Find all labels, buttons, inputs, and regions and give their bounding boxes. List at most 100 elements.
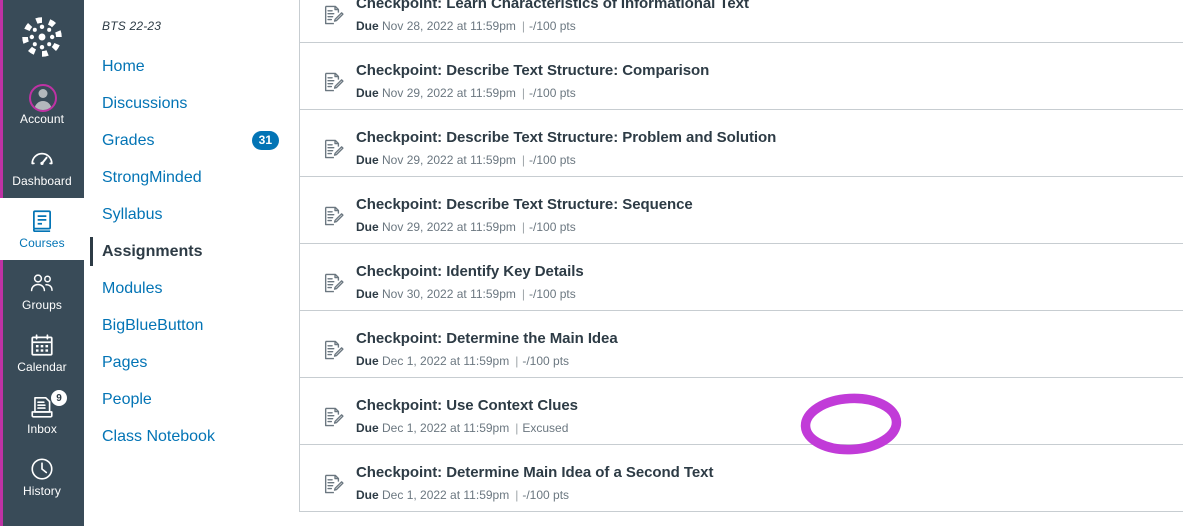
canvas-logo-icon[interactable] xyxy=(0,0,84,74)
assignment-row[interactable]: Checkpoint: Determine the Main Idea Due D… xyxy=(300,311,1183,378)
cnav-item-class-notebook[interactable]: Class Notebook xyxy=(84,418,294,455)
assignment-row-body: Checkpoint: Describe Text Structure: Seq… xyxy=(356,190,693,235)
due-date: Nov 29, 2022 at 11:59pm xyxy=(382,153,516,167)
cnav-item-home[interactable]: Home xyxy=(84,48,294,85)
due-label: Due xyxy=(356,421,379,435)
assignment-meta: Due Nov 30, 2022 at 11:59pm | -/100 pts xyxy=(356,286,584,302)
cnav-item-strongminded[interactable]: StrongMinded xyxy=(84,159,294,196)
canvas-assignments-page: Account Dashboard Courses Groups Calenda… xyxy=(0,0,1183,526)
breadcrumb[interactable]: BTS 22-23 xyxy=(84,0,294,34)
cnav-link-label[interactable]: Home xyxy=(96,57,151,77)
assignments-content: Checkpoint: Learn Characteristics of Inf… xyxy=(294,0,1183,526)
assignment-title-link[interactable]: Checkpoint: Determine Main Idea of a Sec… xyxy=(356,463,713,483)
cnav-item-modules[interactable]: Modules xyxy=(84,270,294,307)
inbox-unread-badge: 9 xyxy=(51,390,67,406)
assignment-icon xyxy=(322,4,344,26)
assignment-title-link[interactable]: Checkpoint: Use Context Clues xyxy=(356,396,578,416)
cnav-link-label[interactable]: Syllabus xyxy=(96,205,168,225)
due-date: Dec 1, 2022 at 11:59pm xyxy=(382,354,510,368)
gnav-item-history[interactable]: History xyxy=(0,446,84,508)
assignment-meta: Due Dec 1, 2022 at 11:59pm | -/100 pts xyxy=(356,353,618,369)
dashboard-icon xyxy=(29,146,55,172)
meta-separator: | xyxy=(515,421,519,435)
assignment-icon xyxy=(322,205,344,227)
assignment-row-body: Checkpoint: Identify Key Details Due Nov … xyxy=(356,257,584,302)
assignment-row[interactable]: Checkpoint: Identify Key Details Due Nov … xyxy=(300,244,1183,311)
cnav-item-bigbluebutton[interactable]: BigBlueButton xyxy=(84,307,294,344)
clock-icon xyxy=(29,456,55,482)
cnav-item-grades[interactable]: Grades 31 xyxy=(84,122,294,159)
assignment-points: -/100 pts xyxy=(529,287,576,301)
due-date: Nov 29, 2022 at 11:59pm xyxy=(382,220,516,234)
assignment-points: -/100 pts xyxy=(522,354,570,368)
assignment-meta: Due Nov 29, 2022 at 11:59pm | -/100 pts xyxy=(356,219,693,235)
cnav-item-syllabus[interactable]: Syllabus xyxy=(84,196,294,233)
assignment-meta: Due Dec 1, 2022 at 11:59pm | -/100 pts xyxy=(356,487,713,503)
gnav-label-history: History xyxy=(22,484,62,498)
cnav-item-assignments[interactable]: Assignments xyxy=(84,233,294,270)
cnav-link-label[interactable]: Assignments xyxy=(96,242,208,262)
assignment-row[interactable]: Checkpoint: Describe Text Structure: Pro… xyxy=(300,110,1183,177)
assignment-row[interactable]: Checkpoint: Determine Main Idea of a Sec… xyxy=(300,445,1183,512)
assignment-row[interactable]: Checkpoint: Learn Characteristics of Inf… xyxy=(300,0,1183,43)
cnav-item-pages[interactable]: Pages xyxy=(84,344,294,381)
assignment-title-link[interactable]: Checkpoint: Learn Characteristics of Inf… xyxy=(356,0,749,14)
assignment-icon xyxy=(322,473,344,495)
course-navigation: BTS 22-23 Home Discussions Grades 31 StrongM… xyxy=(84,0,294,526)
gnav-item-inbox[interactable]: 9 Inbox xyxy=(0,384,84,446)
gnav-item-dashboard[interactable]: Dashboard xyxy=(0,136,84,198)
due-label: Due xyxy=(356,19,379,33)
assignment-title-link[interactable]: Checkpoint: Determine the Main Idea xyxy=(356,329,618,349)
gnav-label-inbox: Inbox xyxy=(27,422,57,436)
meta-separator: | xyxy=(515,488,519,502)
due-date: Nov 30, 2022 at 11:59pm xyxy=(382,287,516,301)
due-label: Due xyxy=(356,220,379,234)
cnav-link-label[interactable]: People xyxy=(96,390,158,410)
meta-separator: | xyxy=(521,19,526,33)
cnav-link-label[interactable]: Pages xyxy=(96,353,153,373)
cnav-link-label[interactable]: Grades xyxy=(96,131,160,151)
meta-separator: | xyxy=(521,220,526,234)
cnav-link-label[interactable]: Class Notebook xyxy=(96,427,221,447)
gnav-item-account[interactable]: Account xyxy=(0,74,84,136)
book-icon xyxy=(29,208,55,234)
cnav-link-label[interactable]: StrongMinded xyxy=(96,168,208,188)
gnav-item-calendar[interactable]: Calendar xyxy=(0,322,84,384)
gnav-label-dashboard: Dashboard xyxy=(12,174,72,188)
assignment-icon xyxy=(322,406,344,428)
due-date: Nov 29, 2022 at 11:59pm xyxy=(382,86,516,100)
assignment-row-body: Checkpoint: Use Context Clues Due Dec 1, … xyxy=(356,391,578,436)
assignment-icon xyxy=(322,272,344,294)
due-date: Dec 1, 2022 at 11:59pm xyxy=(382,488,510,502)
meta-separator: | xyxy=(521,287,526,301)
due-label: Due xyxy=(356,354,379,368)
cnav-item-people[interactable]: People xyxy=(84,381,294,418)
assignment-title-link[interactable]: Checkpoint: Describe Text Structure: Com… xyxy=(356,61,709,81)
gnav-label-calendar: Calendar xyxy=(17,360,67,374)
assignment-points: -/100 pts xyxy=(529,19,576,33)
gnav-item-courses[interactable]: Courses xyxy=(0,198,84,260)
due-label: Due xyxy=(356,86,379,100)
groups-icon xyxy=(29,270,55,296)
assignment-points: -/100 pts xyxy=(522,488,570,502)
cnav-item-discussions[interactable]: Discussions xyxy=(84,85,294,122)
assignment-title-link[interactable]: Checkpoint: Identify Key Details xyxy=(356,262,584,282)
cnav-link-label[interactable]: BigBlueButton xyxy=(96,316,209,336)
assignment-row[interactable]: Checkpoint: Use Context Clues Due Dec 1, … xyxy=(300,378,1183,445)
assignment-icon xyxy=(322,138,344,160)
assignment-meta: Due Nov 29, 2022 at 11:59pm | -/100 pts xyxy=(356,152,776,168)
assignment-list: Checkpoint: Learn Characteristics of Inf… xyxy=(299,0,1183,512)
gnav-item-groups[interactable]: Groups xyxy=(0,260,84,322)
assignment-row[interactable]: Checkpoint: Describe Text Structure: Seq… xyxy=(300,177,1183,244)
due-label: Due xyxy=(356,287,379,301)
assignment-row[interactable]: Checkpoint: Describe Text Structure: Com… xyxy=(300,43,1183,110)
cnav-link-label[interactable]: Discussions xyxy=(96,94,193,114)
course-nav-list: Home Discussions Grades 31 StrongMinded Sylla… xyxy=(84,48,294,455)
cnav-link-label[interactable]: Modules xyxy=(96,279,168,299)
assignment-title-link[interactable]: Checkpoint: Describe Text Structure: Pro… xyxy=(356,128,776,148)
assignment-title-link[interactable]: Checkpoint: Describe Text Structure: Seq… xyxy=(356,195,693,215)
assignment-row-body: Checkpoint: Determine the Main Idea Due D… xyxy=(356,324,618,369)
due-date: Dec 1, 2022 at 11:59pm xyxy=(382,421,510,435)
assignment-row-body: Checkpoint: Describe Text Structure: Com… xyxy=(356,56,709,101)
calendar-icon xyxy=(29,332,55,358)
